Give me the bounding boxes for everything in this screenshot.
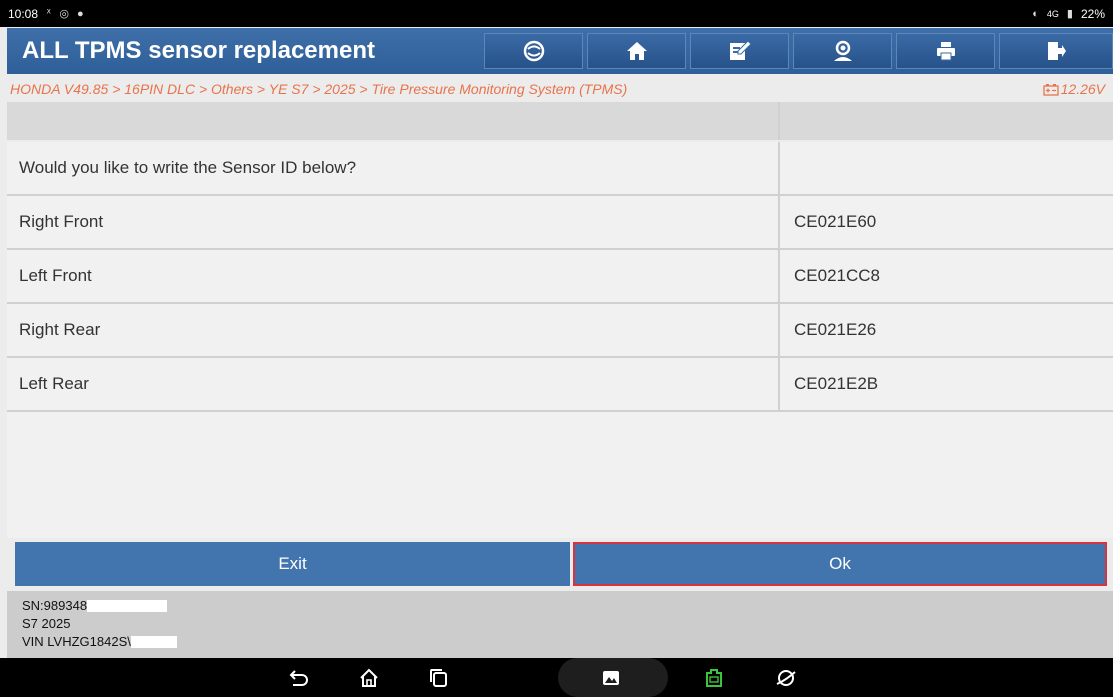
- status-bar: 10:08 ᕁ ◎ ● ◐ 4G ▮ 22%: [0, 0, 1113, 27]
- prompt-row: Would you like to write the Sensor ID be…: [7, 142, 1113, 196]
- shield-icon: ●: [76, 7, 84, 20]
- vci-icon[interactable]: [703, 667, 725, 689]
- breadcrumb-path: HONDA V49.85 > 16PIN DLC > Others > YE S…: [10, 81, 628, 97]
- model-line: S7 2025: [22, 615, 1113, 633]
- sensor-table: Would you like to write the Sensor ID be…: [7, 102, 1113, 412]
- table-row[interactable]: Left Rear CE021E2B: [7, 358, 1113, 412]
- sensor-position: Left Rear: [7, 358, 780, 410]
- exit-button[interactable]: [999, 33, 1113, 69]
- voltage-indicator: 12.26V: [1042, 81, 1105, 97]
- table-row[interactable]: Right Front CE021E60: [7, 196, 1113, 250]
- serial-line: SN:989348: [22, 597, 1113, 615]
- header-cell: [780, 102, 1113, 140]
- redaction: [130, 636, 177, 648]
- signal-icon: ◐: [1032, 7, 1039, 20]
- home-nav-icon[interactable]: [358, 667, 380, 689]
- edit-button[interactable]: [690, 33, 789, 69]
- recents-icon[interactable]: [428, 667, 450, 689]
- usb-icon: ᕁ: [46, 8, 52, 20]
- vin-number: VIN LVHZG1842S\: [22, 634, 131, 649]
- sensor-position: Left Front: [7, 250, 780, 302]
- empty-content-area: [7, 412, 1113, 538]
- title-bar: ALL TPMS sensor replacement: [7, 28, 1113, 74]
- home-icon: [626, 42, 647, 60]
- battery-voltage-icon: [1042, 83, 1059, 96]
- clock: 10:08: [8, 6, 39, 21]
- serial-number: SN:989348: [22, 598, 88, 613]
- back-icon[interactable]: [287, 667, 309, 689]
- user-button[interactable]: [793, 33, 892, 69]
- table-header: [7, 102, 1113, 142]
- breadcrumb: HONDA V49.85 > 16PIN DLC > Others > YE S…: [7, 78, 1113, 100]
- vehicle-model: S7 2025: [22, 616, 71, 631]
- sensor-position: Right Rear: [7, 304, 780, 356]
- browser-icon[interactable]: [775, 667, 797, 689]
- battery-percent: 22%: [1080, 6, 1105, 21]
- message-icon: ◎: [59, 8, 69, 20]
- sensor-position: Right Front: [7, 196, 780, 248]
- ok-button[interactable]: Ok: [573, 542, 1107, 586]
- print-button[interactable]: [896, 33, 995, 69]
- sensor-id: CE021E60: [780, 196, 1113, 248]
- print-icon: [936, 42, 955, 61]
- vin-line: VIN LVHZG1842S\: [22, 633, 1113, 651]
- sensor-id: CE021CC8: [780, 250, 1113, 302]
- sensor-id: CE021E26: [780, 304, 1113, 356]
- prompt-text: Would you like to write the Sensor ID be…: [7, 142, 780, 194]
- nav-bar: [0, 658, 1113, 697]
- voltage-value: 12.26V: [1060, 81, 1105, 97]
- table-row[interactable]: Right Rear CE021E26: [7, 304, 1113, 358]
- vehicle-info: SN:989348 S7 2025 VIN LVHZG1842S\: [7, 591, 1113, 658]
- user-icon: [833, 40, 852, 61]
- tire-icon: [523, 40, 544, 62]
- network-type: 4G: [1046, 8, 1059, 19]
- prompt-value: [780, 142, 1113, 194]
- page-title: ALL TPMS sensor replacement: [22, 37, 375, 64]
- home-button[interactable]: [587, 33, 686, 69]
- battery-icon: ▮: [1066, 8, 1073, 20]
- exit-action-button[interactable]: Exit: [15, 542, 570, 586]
- exit-icon: [1048, 42, 1066, 60]
- gallery-icon[interactable]: [600, 667, 622, 689]
- table-row[interactable]: Left Front CE021CC8: [7, 250, 1113, 304]
- redaction: [87, 600, 168, 612]
- edit-icon: [729, 40, 752, 60]
- sensor-id: CE021E2B: [780, 358, 1113, 410]
- tpms-button[interactable]: [484, 33, 583, 69]
- header-cell: [7, 102, 780, 140]
